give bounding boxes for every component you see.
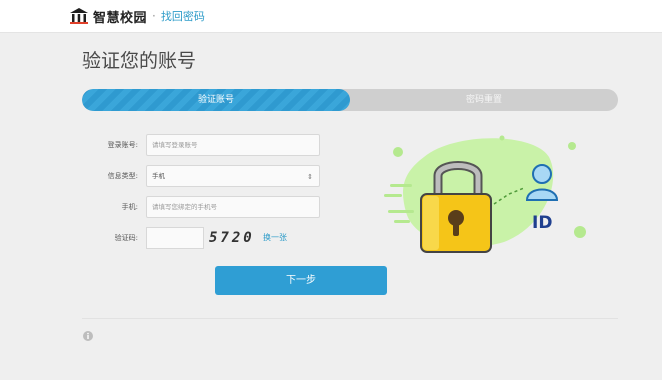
security-illustration: ID — [384, 135, 586, 253]
lock-body-shade — [423, 196, 439, 250]
info-type-value: 手机 — [152, 172, 165, 180]
user-head-icon — [532, 164, 552, 184]
dot-decoration — [574, 226, 586, 238]
account-input[interactable]: 请填写登录账号 — [146, 134, 320, 156]
captcha-row: 验证码: 5720 换一张 — [82, 227, 322, 249]
dot-decoration — [393, 147, 403, 157]
footer-divider — [82, 318, 618, 319]
captcha-label: 验证码: — [114, 234, 138, 242]
captcha-refresh-link[interactable]: 换一张 — [263, 227, 287, 249]
dot-decoration — [499, 135, 505, 141]
step-verify-account: 验证账号 — [197, 95, 234, 105]
dash-decoration — [388, 210, 414, 213]
info-icon[interactable] — [83, 331, 93, 341]
account-row: 登录账号: 请填写登录账号 — [82, 134, 322, 156]
select-arrows-icon: ⇕ — [307, 173, 313, 181]
breadcrumb-current[interactable]: 找回密码 — [161, 8, 205, 24]
dash-decoration — [384, 194, 402, 197]
school-logo-icon — [70, 8, 88, 24]
info-type-row: 信息类型: 手机 ⇕ — [82, 165, 322, 187]
user-body-icon — [525, 188, 559, 201]
keyhole-slot — [453, 220, 459, 236]
account-label: 登录账号: — [107, 141, 138, 149]
info-type-select[interactable]: 手机 ⇕ — [146, 165, 320, 187]
step-reset-password: 密码重置 — [465, 95, 502, 105]
captcha-input[interactable] — [146, 227, 204, 249]
captcha-image[interactable]: 5720 — [209, 228, 255, 248]
phone-input[interactable]: 请填写您绑定的手机号 — [146, 196, 320, 218]
step-progress: 验证账号 密码重置 — [82, 89, 618, 111]
breadcrumb-separator: · — [152, 9, 156, 23]
next-step-button[interactable]: 下一步 — [215, 266, 387, 295]
phone-row: 手机: 请填写您绑定的手机号 — [82, 196, 322, 218]
logo[interactable]: 智慧校园 · 找回密码 — [69, 6, 205, 26]
dot-decoration — [568, 142, 576, 150]
id-badge-text: ID — [532, 213, 552, 233]
info-type-label: 信息类型: — [107, 172, 138, 180]
phone-label: 手机: — [121, 203, 138, 211]
dash-decoration — [390, 184, 412, 187]
dash-decoration — [394, 220, 410, 223]
brand-name: 智慧校园 — [93, 10, 148, 26]
top-bar: 智慧校园 · 找回密码 — [0, 0, 662, 33]
page-title: 验证您的账号 — [82, 50, 197, 72]
